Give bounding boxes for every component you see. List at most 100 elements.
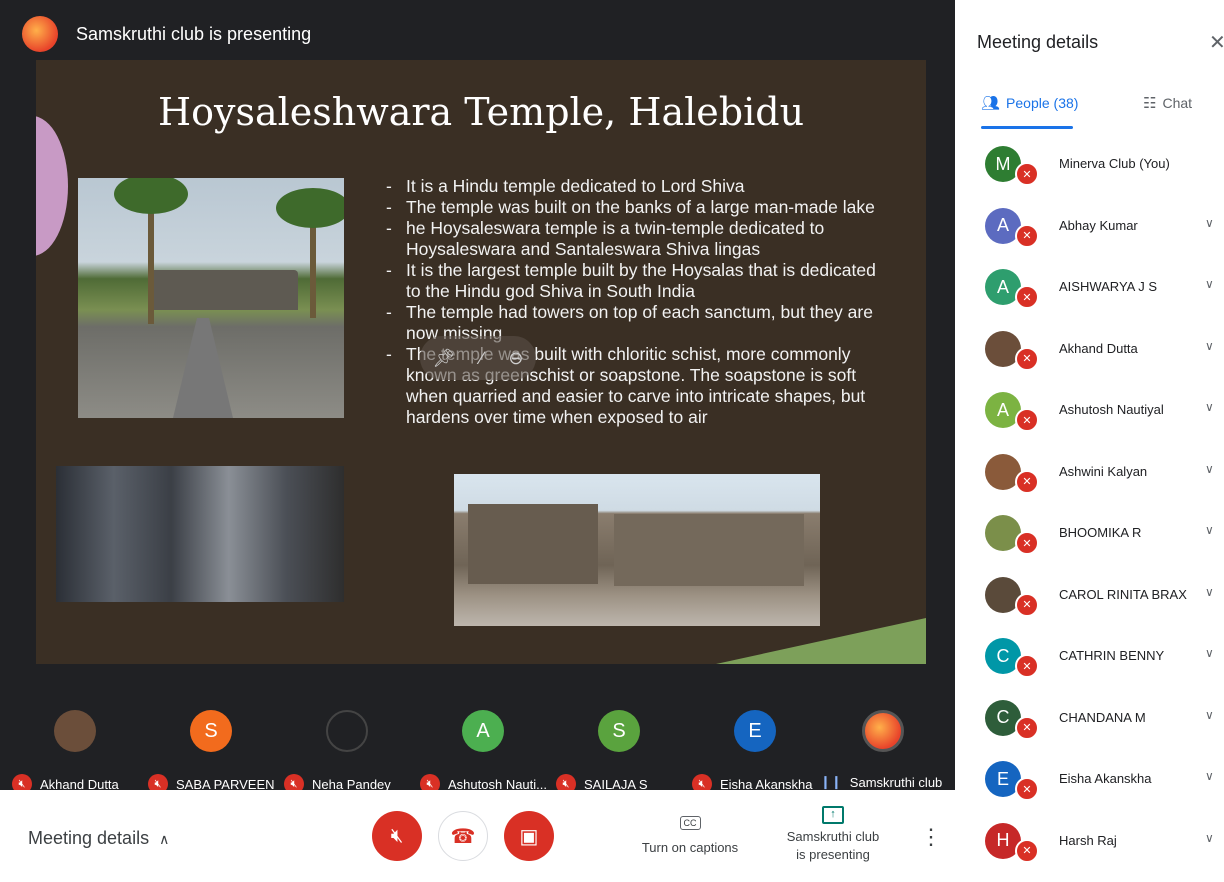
people-list-item[interactable]: A ✕ Abhay Kumar ∨	[955, 196, 1224, 258]
mic-off-icon: ✕	[1015, 654, 1039, 678]
people-list-item[interactable]: H ✕ Harsh Raj ∨	[955, 811, 1224, 873]
chevron-down-icon[interactable]: ∨	[1205, 708, 1214, 722]
participant-tiles: 🔇︎ Akhand Dutta S 🔇︎ SABA PARVEEN 🔇︎ Neha P…	[0, 700, 955, 794]
participant-name: CHANDANA M	[1059, 709, 1146, 725]
presenter-avatar	[22, 16, 58, 52]
people-list: M ✕ Minerva Club (You) A ✕ Abhay Kumar ∨ A ✕ AISH…	[955, 134, 1224, 872]
participant-tile[interactable]: E 🔇︎ Eisha Akanskha	[692, 710, 827, 794]
slide-bullet: he Hoysaleswara temple is a twin-temple …	[386, 218, 886, 260]
chevron-down-icon[interactable]: ∨	[1205, 585, 1214, 599]
temple-shape	[148, 270, 298, 310]
chevron-down-icon[interactable]: ∨	[1205, 831, 1214, 845]
remove-icon[interactable]: ⊖	[508, 348, 523, 369]
participant-name: Akhand Dutta	[1059, 340, 1138, 356]
people-list-item[interactable]: ✕ BHOOMIKA R ∨	[955, 503, 1224, 565]
chevron-down-icon[interactable]: ∨	[1205, 339, 1214, 353]
chevron-down-icon[interactable]: ∨	[1205, 462, 1214, 476]
present-now-button[interactable]: ↑ Samskruthi club is presenting	[770, 804, 896, 864]
temple-photo	[78, 178, 344, 418]
mic-off-icon: ✕	[1015, 285, 1039, 309]
people-list-item[interactable]: A ✕ AISHWARYA J S ∨	[955, 257, 1224, 319]
present-label-2: is presenting	[796, 847, 870, 862]
participant-name: CATHRIN BENNY	[1059, 648, 1165, 663]
captions-icon: CC	[679, 816, 701, 830]
captions-label: Turn on captions	[641, 840, 739, 855]
chevron-down-icon[interactable]: ∨	[1205, 400, 1214, 414]
avatar	[54, 710, 96, 752]
pin-overlay[interactable]: 📌︎ ∕ ⊖	[420, 336, 536, 380]
tab-people-label: People (38)	[1006, 95, 1079, 111]
slide-bullet: The temple was built on the banks of a l…	[386, 197, 886, 218]
participant-tile[interactable]: 🔇︎ Neha Pandey	[284, 710, 419, 794]
microphone-toggle-button[interactable]: 🔇︎	[372, 811, 422, 861]
participant-tile[interactable]: S 🔇︎ SAILAJA S	[556, 710, 691, 794]
avatar: S	[190, 710, 232, 752]
slide-bullet: It is the largest temple built by the Ho…	[386, 260, 886, 302]
people-list-item[interactable]: C ✕ CATHRIN BENNY ∨	[955, 626, 1224, 688]
palm-tree	[276, 188, 344, 318]
mic-off-icon: ∕	[480, 347, 484, 368]
mic-off-icon: ✕	[1015, 223, 1039, 248]
slide-bullet: It is a Hindu temple dedicated to Lord S…	[386, 176, 886, 197]
speaking-icon: ❙❙	[820, 774, 842, 789]
present-label-1: Samskruthi club	[786, 829, 880, 844]
nandi-sculpture-photo	[56, 466, 344, 602]
pin-icon[interactable]: 📌︎	[433, 348, 456, 369]
participant-tile[interactable]: ❙❙ Samskruthi club	[820, 710, 955, 790]
participant-name: Abhay Kumar	[1059, 217, 1138, 233]
participant-tile[interactable]: 🔇︎ Akhand Dutta	[12, 710, 147, 794]
temple-shape	[468, 504, 598, 584]
chevron-down-icon[interactable]: ∨	[1205, 216, 1214, 230]
chevron-up-icon: ∧	[159, 831, 170, 847]
mic-off-icon: ✕	[1015, 469, 1039, 494]
active-tab-indicator	[981, 126, 1073, 129]
avatar	[326, 710, 368, 752]
chevron-down-icon[interactable]: ∨	[1205, 523, 1214, 537]
close-icon[interactable]: ✕	[1209, 30, 1224, 55]
presentation-stage: Samskruthi club is presenting Hoysaleshw…	[0, 0, 955, 794]
meeting-details-label: Meeting details	[28, 828, 150, 848]
chevron-down-icon[interactable]: ∨	[1205, 646, 1214, 660]
participant-name: AISHWARYA J S	[1059, 279, 1158, 294]
people-list-item[interactable]: ✕ CAROL RINITA BRAX ∨	[955, 565, 1224, 627]
slide-bullets: It is a Hindu temple dedicated to Lord S…	[386, 176, 886, 428]
avatar	[862, 710, 904, 752]
chevron-down-icon[interactable]: ∨	[1205, 769, 1214, 783]
participant-name: BHOOMIKA R	[1059, 525, 1142, 540]
people-icon: 👥︎	[981, 95, 1001, 112]
participant-name: CAROL RINITA BRAX	[1059, 586, 1187, 602]
leave-call-button[interactable]: ☎︎	[438, 811, 488, 861]
mic-off-icon: ✕	[1015, 592, 1039, 617]
camera-toggle-button[interactable]: ▣	[504, 811, 554, 861]
mic-off-icon: ✕	[1015, 838, 1039, 863]
participant-name: Eisha Akanskha	[1059, 771, 1152, 786]
meeting-details-button[interactable]: Meeting details ∧	[28, 828, 169, 849]
captions-button[interactable]: CC Turn on captions	[640, 814, 740, 855]
slide-title: Hoysaleshwara Temple, Halebidu	[157, 90, 805, 134]
more-options-icon[interactable]: ⋮	[920, 824, 942, 850]
tab-chat[interactable]: ☷ Chat	[1143, 94, 1192, 112]
people-list-item[interactable]: ✕ Akhand Dutta ∨	[955, 319, 1224, 381]
avatar: S	[598, 710, 640, 752]
call-controls-bar: Meeting details ∧ 🔇︎ ☎︎ ▣ CC Turn on capt…	[0, 790, 955, 882]
shared-slide: Hoysaleshwara Temple, Halebidu It is a H…	[36, 60, 926, 664]
camera-off-icon: ▣	[519, 825, 539, 848]
tile-name-row: ❙❙ Samskruthi club	[820, 774, 960, 790]
people-list-item[interactable]: A ✕ Ashutosh Nautiyal ∨	[955, 380, 1224, 442]
participant-name: Ashwini Kalyan	[1059, 463, 1148, 479]
participant-tile[interactable]: A 🔇︎ Ashutosh Nauti...	[420, 710, 555, 794]
chevron-down-icon[interactable]: ∨	[1205, 277, 1214, 291]
participant-name: Samskruthi club	[849, 774, 943, 790]
meeting-details-panel: Meeting details ✕ 👥︎ People (38) ☷ Chat M ✕…	[955, 0, 1224, 882]
mic-off-icon: 🔇︎	[390, 824, 404, 847]
mic-off-icon: ✕	[1015, 777, 1039, 801]
people-list-item[interactable]: E ✕ Eisha Akanskha ∨	[955, 749, 1224, 811]
people-list-item[interactable]: ✕ Ashwini Kalyan ∨	[955, 442, 1224, 504]
people-list-item[interactable]: M ✕ Minerva Club (You)	[955, 134, 1224, 196]
tab-people[interactable]: 👥︎ People (38)	[981, 94, 1078, 112]
participant-tile[interactable]: S 🔇︎ SABA PARVEEN	[148, 710, 283, 794]
mic-off-icon: ✕	[1015, 531, 1039, 555]
palm-tree	[114, 178, 188, 324]
hang-up-icon: ☎︎	[450, 825, 476, 848]
people-list-item[interactable]: C ✕ CHANDANA M ∨	[955, 688, 1224, 750]
